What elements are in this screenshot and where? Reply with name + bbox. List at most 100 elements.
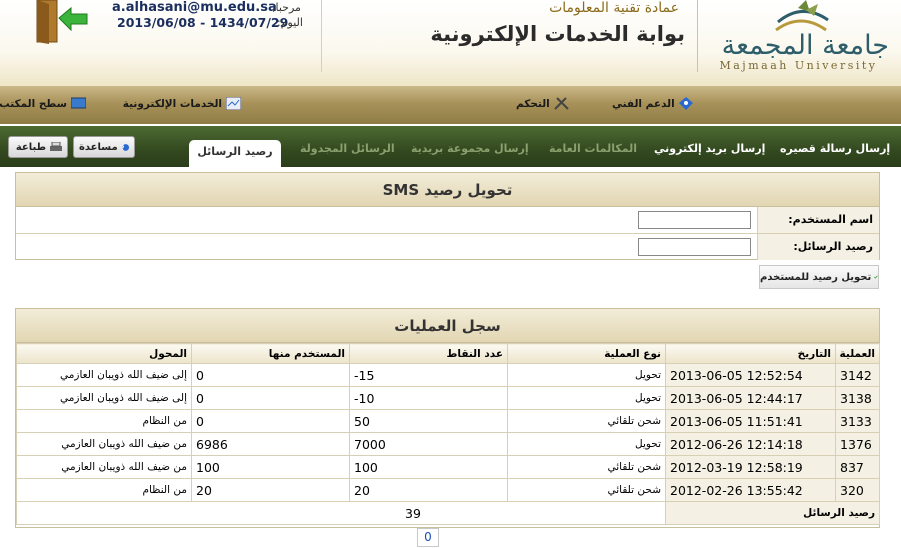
cell-transfer: من ضيف الله ذويبان العازمي bbox=[16, 432, 192, 456]
cell-points: 50 bbox=[349, 409, 508, 433]
cell-op: 3133 bbox=[835, 409, 880, 433]
desktop-icon bbox=[71, 97, 86, 109]
transfer-balance-button[interactable]: تحويل رصيد للمستخدم bbox=[759, 265, 879, 289]
page-link[interactable]: 0 bbox=[417, 528, 439, 547]
nav-support-label: الدعم الفني bbox=[612, 97, 675, 110]
cell-date: 2013-06-05 12:44:17 bbox=[665, 386, 836, 410]
tab-send-sms[interactable]: إرسال رسالة قصيره bbox=[780, 142, 890, 155]
cell-points: 7000 bbox=[349, 432, 508, 456]
cell-used: 6986 bbox=[191, 432, 350, 456]
eservices-icon bbox=[226, 97, 241, 110]
print-button[interactable]: طباعة bbox=[8, 136, 68, 158]
col-header-points[interactable]: عدد النقاط bbox=[349, 343, 508, 364]
logo-english-name: Majmaah University bbox=[719, 59, 878, 72]
nav-eservices-label: الخدمات الإلكترونية bbox=[122, 97, 222, 110]
username-input[interactable] bbox=[638, 211, 751, 229]
cell-type: شحن تلقائي bbox=[507, 409, 666, 433]
username-label: اسم المستخدم: bbox=[757, 207, 879, 233]
table-row: 1376 2012-06-26 12:14:18 تحويل 7000 6986… bbox=[16, 432, 880, 456]
logout-button[interactable] bbox=[33, 0, 89, 44]
nav-eservices[interactable]: الخدمات الإلكترونية bbox=[123, 97, 241, 110]
cell-op: 837 bbox=[835, 455, 880, 479]
cell-transfer: إلى ضيف الله ذويبان العازمي bbox=[16, 386, 192, 410]
col-header-op[interactable]: العملية bbox=[835, 343, 880, 364]
total-row: رصيد الرسائل 39 bbox=[16, 501, 880, 525]
tab-public-calls[interactable]: المكالمات العامة bbox=[549, 142, 637, 155]
sms-transfer-title: تحويل رصيد SMS bbox=[16, 173, 879, 207]
cell-used: 0 bbox=[191, 363, 350, 387]
cell-transfer: من النظام bbox=[16, 478, 192, 502]
header-divider bbox=[697, 0, 698, 72]
cell-date: 2012-03-19 12:58:19 bbox=[665, 455, 836, 479]
tab-message-balance[interactable]: رصيد الرسائل bbox=[189, 140, 281, 168]
username-row: اسم المستخدم: bbox=[16, 207, 879, 234]
department-name: عمادة تقنية المعلومات bbox=[549, 0, 679, 16]
today-label: اليوم: bbox=[277, 16, 303, 29]
nav-control[interactable]: التحكم bbox=[516, 97, 569, 110]
support-icon bbox=[678, 97, 693, 110]
table-row: 837 2012-03-19 12:58:19 شحن تلقائي 100 1… bbox=[16, 455, 880, 479]
tab-mail-group[interactable]: إرسال مجموعة بريدية bbox=[411, 142, 529, 155]
cell-used: 0 bbox=[191, 386, 350, 410]
printer-icon bbox=[50, 141, 62, 151]
print-label: طباعة bbox=[15, 141, 46, 153]
operations-log-title: سجل العمليات bbox=[16, 309, 879, 343]
user-email: a.alhasani@mu.edu.sa bbox=[112, 0, 277, 15]
total-value: 39 bbox=[16, 501, 666, 525]
cell-points: -15 bbox=[349, 363, 508, 387]
cell-op: 320 bbox=[835, 478, 880, 502]
operations-log-panel: سجل العمليات العملية التاريخ نوع العملية… bbox=[15, 308, 880, 528]
cell-used: 0 bbox=[191, 409, 350, 433]
cell-type: تحويل bbox=[507, 386, 666, 410]
table-header-row: العملية التاريخ نوع العملية عدد النقاط ا… bbox=[16, 343, 880, 364]
cell-date: 2012-02-26 13:55:42 bbox=[665, 478, 836, 502]
operations-table: العملية التاريخ نوع العملية عدد النقاط ا… bbox=[16, 343, 880, 525]
cell-op: 3142 bbox=[835, 363, 880, 387]
tab-send-email[interactable]: إرسال بريد إلكتروني bbox=[654, 142, 765, 155]
tab-scheduled[interactable]: الرسائل المجدولة bbox=[300, 142, 395, 155]
table-row: 3133 2013-06-05 11:51:41 شحن تلقائي 50 0… bbox=[16, 409, 880, 433]
nav-desktop-label: سطح المكتب bbox=[0, 97, 67, 110]
logout-door-icon bbox=[36, 0, 88, 44]
col-header-used[interactable]: المستخدم منها bbox=[191, 343, 350, 364]
today-dates: 2013/06/08 - 1434/07/29 bbox=[117, 15, 289, 30]
total-label: رصيد الرسائل bbox=[665, 501, 880, 525]
cell-points: -10 bbox=[349, 386, 508, 410]
sms-transfer-panel: تحويل رصيد SMS اسم المستخدم: رصيد الرسائ… bbox=[15, 172, 880, 260]
balance-input[interactable] bbox=[638, 238, 751, 256]
cell-transfer: من ضيف الله ذويبان العازمي bbox=[16, 455, 192, 479]
tab-bar: إرسال رسالة قصيره إرسال بريد إلكتروني ال… bbox=[0, 126, 901, 167]
cell-type: شحن تلقائي bbox=[507, 455, 666, 479]
logo-arabic-name: جامعة المجمعة bbox=[721, 30, 889, 61]
col-header-type[interactable]: نوع العملية bbox=[507, 343, 666, 364]
help-label: مساعدة bbox=[79, 141, 118, 153]
greeting-label: مرحبا, bbox=[272, 1, 301, 14]
cell-used: 100 bbox=[191, 455, 350, 479]
transfer-balance-label: تحويل رصيد للمستخدم bbox=[760, 271, 872, 283]
help-icon: ? bbox=[122, 143, 129, 151]
portal-title: بوابة الخدمات الإلكترونية bbox=[430, 22, 685, 46]
cell-type: تحويل bbox=[507, 363, 666, 387]
nav-desktop[interactable]: سطح المكتب bbox=[0, 97, 86, 110]
checkmark-icon bbox=[874, 275, 878, 279]
nav-support[interactable]: الدعم الفني bbox=[612, 97, 694, 110]
tools-icon bbox=[554, 97, 569, 110]
cell-op: 3138 bbox=[835, 386, 880, 410]
col-header-date[interactable]: التاريخ bbox=[665, 343, 836, 364]
table-row: 320 2012-02-26 13:55:42 شحن تلقائي 20 20… bbox=[16, 478, 880, 502]
header-divider bbox=[321, 0, 322, 72]
cell-used: 20 bbox=[191, 478, 350, 502]
cell-transfer: إلى ضيف الله ذويبان العازمي bbox=[16, 363, 192, 387]
balance-row: رصيد الرسائل: bbox=[16, 234, 879, 261]
total-value-text: 39 bbox=[405, 505, 421, 521]
table-row: 3142 2013-06-05 12:52:54 تحويل -15 0 إلى… bbox=[16, 363, 880, 387]
header: جامعة المجمعة Majmaah University عمادة ت… bbox=[0, 0, 901, 86]
cell-date: 2012-06-26 12:14:18 bbox=[665, 432, 836, 456]
university-logo[interactable]: جامعة المجمعة Majmaah University bbox=[706, 0, 891, 82]
col-header-transfer[interactable]: المحول bbox=[16, 343, 192, 364]
balance-label: رصيد الرسائل: bbox=[757, 234, 879, 260]
cell-type: تحويل bbox=[507, 432, 666, 456]
help-button[interactable]: ? مساعدة bbox=[73, 136, 135, 158]
top-nav: سطح المكتب الخدمات الإلكترونية الدعم الف… bbox=[0, 86, 901, 124]
cell-points: 100 bbox=[349, 455, 508, 479]
